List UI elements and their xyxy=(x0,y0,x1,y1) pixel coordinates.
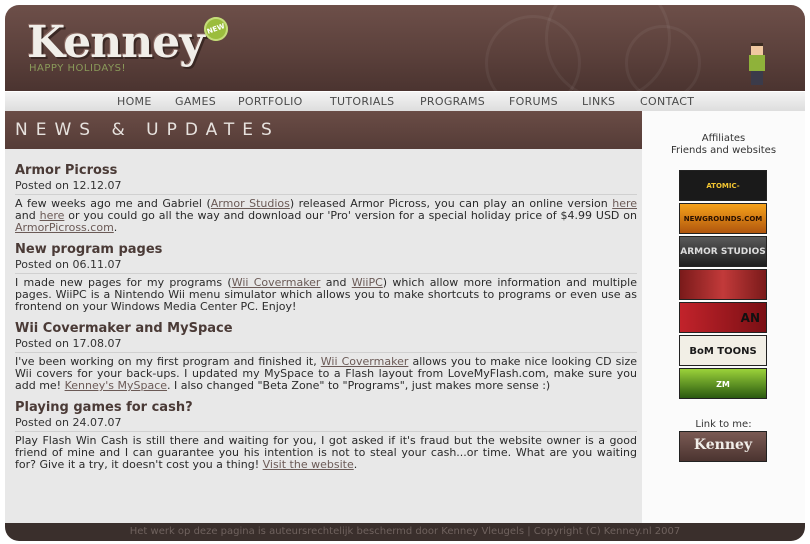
news-post: New program pages Posted on 06.11.07 I m… xyxy=(15,242,637,313)
post-date: Posted on 12.12.07 xyxy=(15,179,637,195)
post-text: or you could go all the way and download… xyxy=(64,209,637,222)
post-text: . I also changed "Beta Zone" to "Program… xyxy=(167,379,551,392)
link-visit-website[interactable]: Visit the website xyxy=(263,458,354,471)
affiliate-armor-studios[interactable]: ARMOR STUDIOS xyxy=(679,236,767,267)
affiliate-an[interactable]: AN xyxy=(679,302,767,333)
post-date: Posted on 17.08.07 xyxy=(15,337,637,353)
nav-programs[interactable]: PROGRAMS xyxy=(420,95,485,108)
mascot-character-icon xyxy=(747,43,767,87)
new-badge: NEW xyxy=(200,13,232,45)
post-body: Play Flash Win Cash is still there and w… xyxy=(15,435,637,471)
nav-links[interactable]: LINKS xyxy=(582,95,615,108)
tagline: HAPPY HOLIDAYS! xyxy=(29,63,126,74)
affiliates-sidebar: Affiliates Friends and websites ATOMIC- N… xyxy=(642,111,805,523)
affiliate-bom-toons[interactable]: BoM TOONS xyxy=(679,335,767,366)
link-to-me-button[interactable]: Kenney xyxy=(679,431,767,462)
link-to-me-label: Link to me: xyxy=(695,419,752,430)
nav-forums[interactable]: FORUMS xyxy=(509,95,558,108)
post-date: Posted on 06.11.07 xyxy=(15,258,637,274)
site-header: Kenney NEW HAPPY HOLIDAYS! xyxy=(5,5,805,111)
affiliate-atomic-noodle[interactable]: ATOMIC-NOODLE.COM xyxy=(679,170,767,201)
affiliates-subtitle: Friends and websites xyxy=(670,145,777,156)
site-footer: Het werk op deze pagina is auteursrechte… xyxy=(5,523,805,541)
post-body: I've been working on my first program an… xyxy=(15,356,637,392)
news-banner: NEWS & UPDATES xyxy=(5,111,642,149)
post-text: . xyxy=(113,221,118,234)
post-title: Playing games for cash? xyxy=(15,400,193,415)
banner-title: NEWS & UPDATES xyxy=(15,120,280,140)
nav-contact[interactable]: CONTACT xyxy=(640,95,694,108)
main-navigation: HOME GAMES PORTFOLIO TUTORIALS PROGRAMS … xyxy=(5,91,805,113)
affiliates-title: Affiliates xyxy=(701,133,746,144)
link-armorpicross[interactable]: ArmorPicross.com xyxy=(15,221,114,234)
post-title: Armor Picross xyxy=(15,163,118,178)
post-text: . xyxy=(353,458,358,471)
news-post: Armor Picross Posted on 12.12.07 A few w… xyxy=(15,163,637,234)
nav-games[interactable]: GAMES xyxy=(175,95,216,108)
affiliate-newgrounds[interactable]: NEWGROUNDS.COM xyxy=(679,203,767,234)
page-frame: Kenney NEW HAPPY HOLIDAYS! HOME GAMES PO… xyxy=(5,5,805,541)
post-title: New program pages xyxy=(15,242,163,257)
link-kenneys-myspace[interactable]: Kenney's MySpace xyxy=(65,379,167,392)
post-body: I made new pages for my programs (Wii Co… xyxy=(15,277,637,313)
post-date: Posted on 24.07.07 xyxy=(15,416,637,432)
post-body: A few weeks ago me and Gabriel (Armor St… xyxy=(15,198,637,234)
nav-portfolio[interactable]: PORTFOLIO xyxy=(238,95,303,108)
news-post: Playing games for cash? Posted on 24.07.… xyxy=(15,400,637,471)
post-title: Wii Covermaker and MySpace xyxy=(15,321,233,336)
nav-tutorials[interactable]: TUTORIALS xyxy=(330,95,394,108)
affiliate-wings-banner[interactable] xyxy=(679,269,767,300)
site-logo[interactable]: Kenney xyxy=(27,17,205,68)
affiliate-zellomesh[interactable]: ZM ZELLOMESH.COM xyxy=(679,368,767,399)
nav-home[interactable]: HOME xyxy=(117,95,152,108)
news-content: Armor Picross Posted on 12.12.07 A few w… xyxy=(5,149,642,523)
news-post: Wii Covermaker and MySpace Posted on 17.… xyxy=(15,321,637,392)
